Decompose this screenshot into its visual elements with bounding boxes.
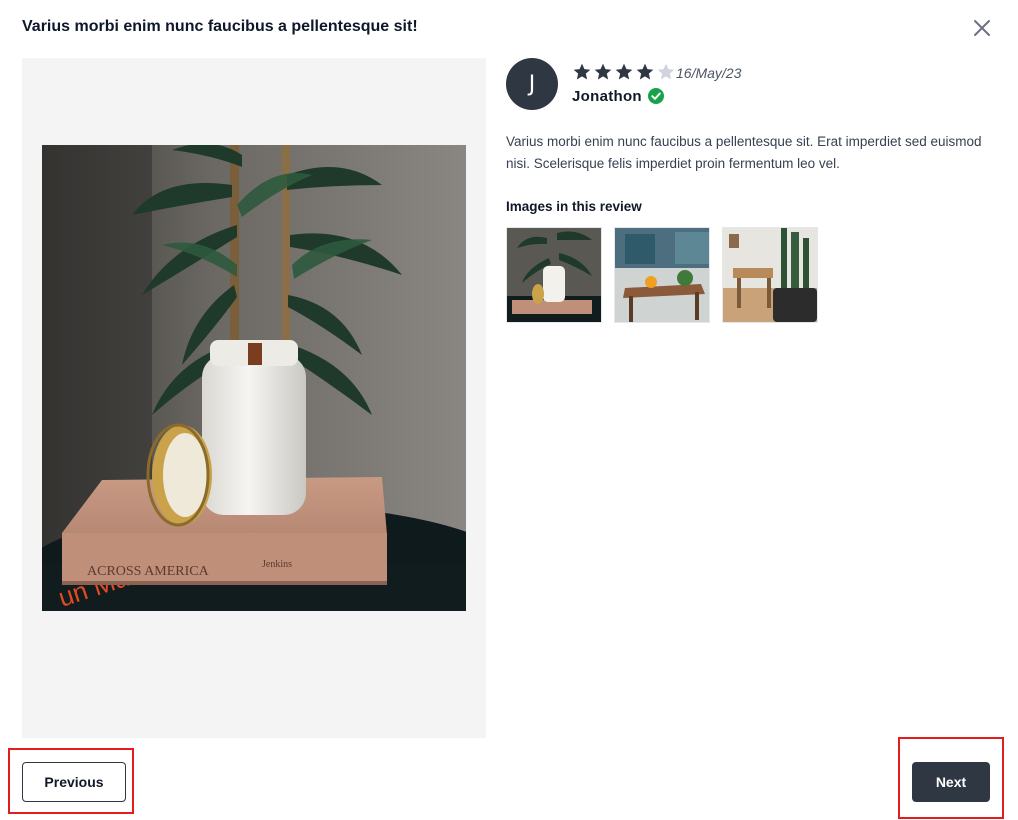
star-filled-icon [615, 63, 633, 80]
previous-button[interactable]: Previous [22, 762, 126, 802]
review-image-thumbnails [506, 227, 818, 323]
review-date: 16/May/23 [676, 65, 742, 81]
main-image-panel: un Ma ACROSS AMERICA Jenkins [22, 58, 486, 738]
check-circle-icon [648, 88, 664, 104]
reviewer-name: Jonathon [572, 88, 642, 105]
review-thumbnail[interactable] [722, 227, 818, 323]
svg-text:Jenkins: Jenkins [262, 559, 292, 570]
star-empty-icon [657, 63, 675, 80]
review-thumbnail[interactable] [614, 227, 710, 323]
main-review-image: un Ma ACROSS AMERICA Jenkins [42, 145, 466, 611]
svg-text:ACROSS AMERICA: ACROSS AMERICA [87, 564, 210, 579]
close-icon [974, 20, 990, 36]
avatar: J [506, 58, 558, 110]
star-filled-icon [594, 63, 612, 80]
star-filled-icon [573, 63, 591, 80]
close-button[interactable] [970, 16, 994, 40]
images-heading: Images in this review [506, 199, 642, 214]
modal-title: Varius morbi enim nunc faucibus a pellen… [22, 18, 418, 35]
review-thumbnail[interactable] [506, 227, 602, 323]
next-button[interactable]: Next [912, 762, 990, 802]
review-text: Varius morbi enim nunc faucibus a pellen… [506, 134, 982, 171]
star-filled-icon [636, 63, 654, 80]
review-modal: Varius morbi enim nunc faucibus a pellen… [0, 0, 1018, 820]
star-rating [572, 62, 676, 82]
